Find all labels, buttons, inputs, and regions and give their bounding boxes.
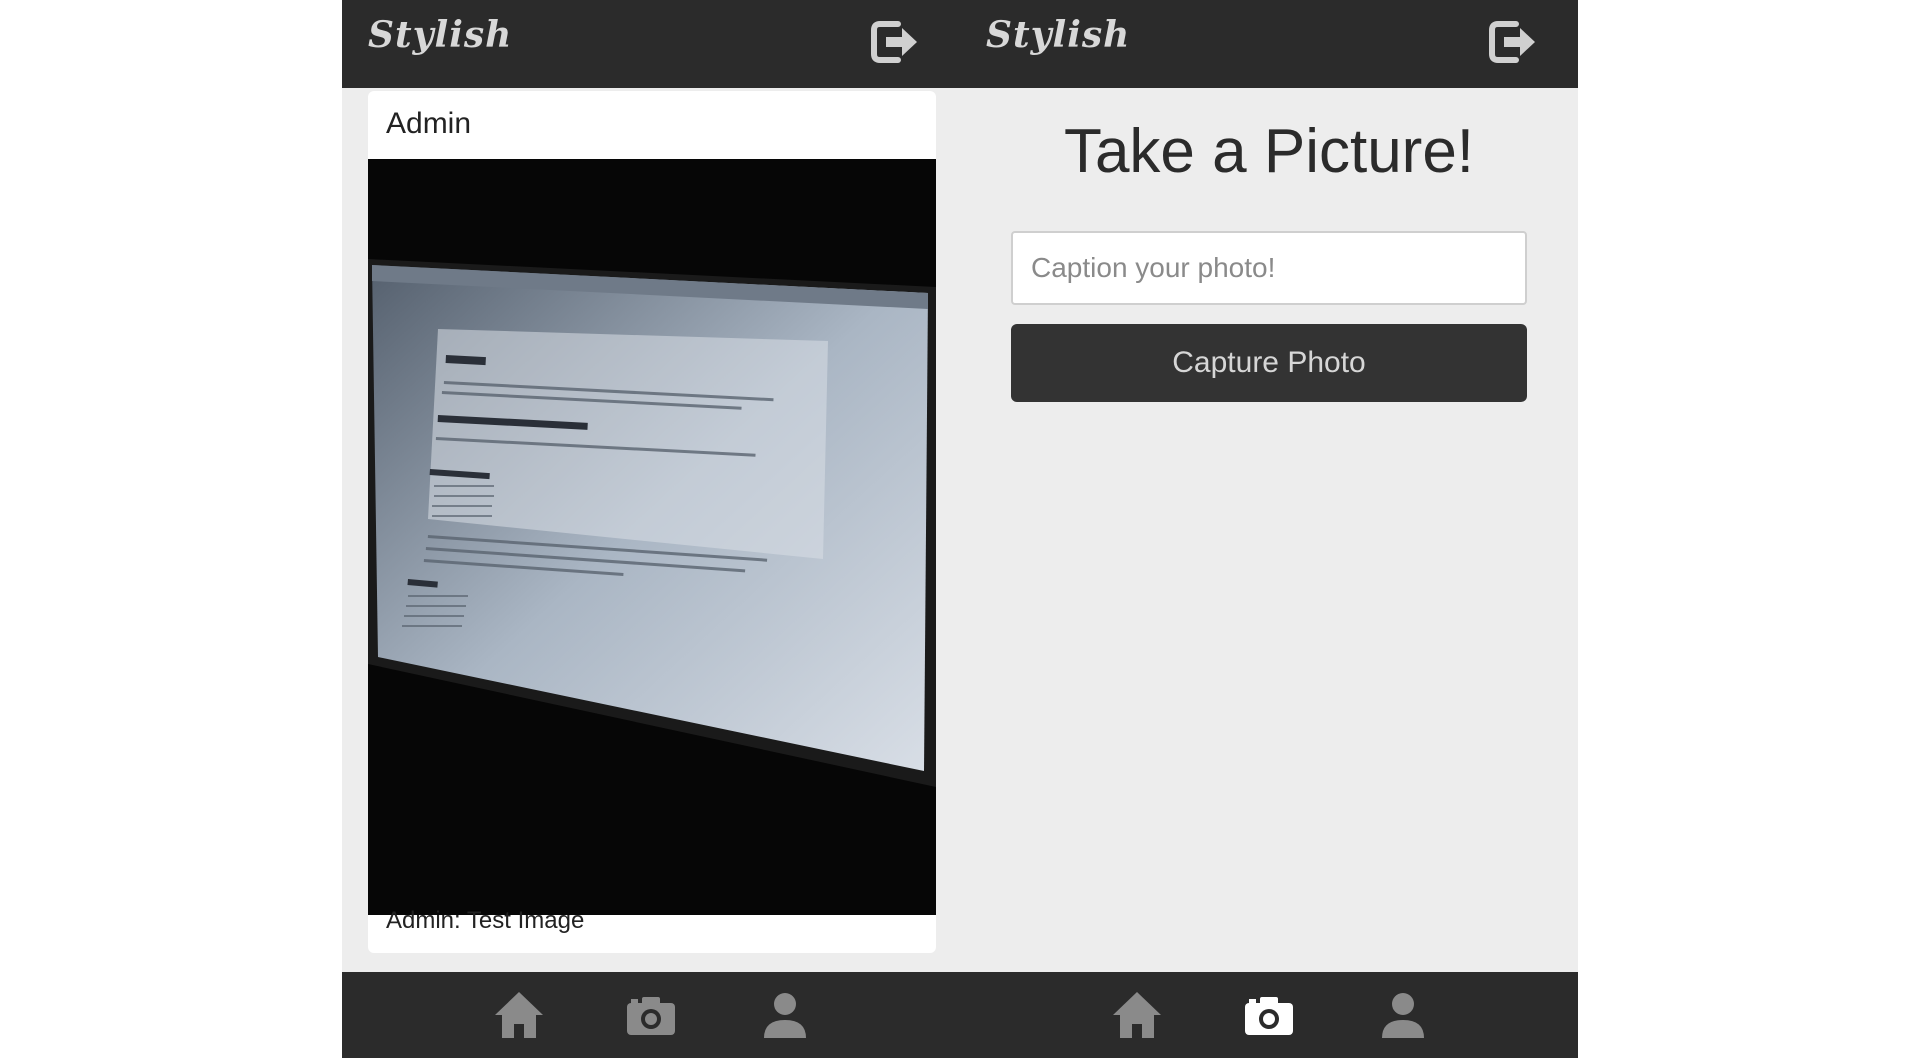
bottom-nav — [342, 972, 960, 1058]
logout-icon — [1489, 21, 1535, 63]
logout-button[interactable] — [1488, 18, 1538, 66]
top-bar: Stylish — [960, 0, 1578, 88]
post-photo[interactable] — [368, 159, 936, 915]
logout-icon — [871, 21, 917, 63]
post-caption: Admin: Test Image — [386, 907, 585, 934]
home-icon — [495, 992, 543, 1038]
home-icon — [1113, 992, 1161, 1038]
caption-input[interactable] — [1011, 231, 1527, 305]
camera-screen: Stylish Take a Picture! Capture Photo — [960, 0, 1578, 1058]
app-logo: Stylish — [986, 14, 1131, 56]
post-author: Admin — [386, 107, 472, 140]
user-icon — [764, 993, 806, 1038]
capture-photo-button[interactable]: Capture Photo — [1011, 324, 1527, 402]
nav-camera-button[interactable] — [624, 988, 678, 1042]
nav-home-button[interactable] — [492, 988, 546, 1042]
nav-home-button[interactable] — [1110, 988, 1164, 1042]
post-card: Admin Admin: Test Image — [368, 91, 936, 953]
nav-profile-button[interactable] — [1376, 988, 1430, 1042]
feed-screen: Stylish Admin Admin: Test Image — [342, 0, 960, 1058]
user-icon — [1382, 993, 1424, 1038]
photo-image — [368, 159, 936, 915]
camera-icon — [627, 997, 675, 1035]
top-bar: Stylish — [342, 0, 960, 88]
app-logo: Stylish — [368, 14, 513, 56]
nav-profile-button[interactable] — [758, 988, 812, 1042]
camera-icon — [1245, 997, 1293, 1035]
bottom-nav — [960, 972, 1578, 1058]
page-title: Take a Picture! — [1063, 117, 1475, 186]
nav-camera-button[interactable] — [1242, 988, 1296, 1042]
logout-button[interactable] — [870, 18, 920, 66]
